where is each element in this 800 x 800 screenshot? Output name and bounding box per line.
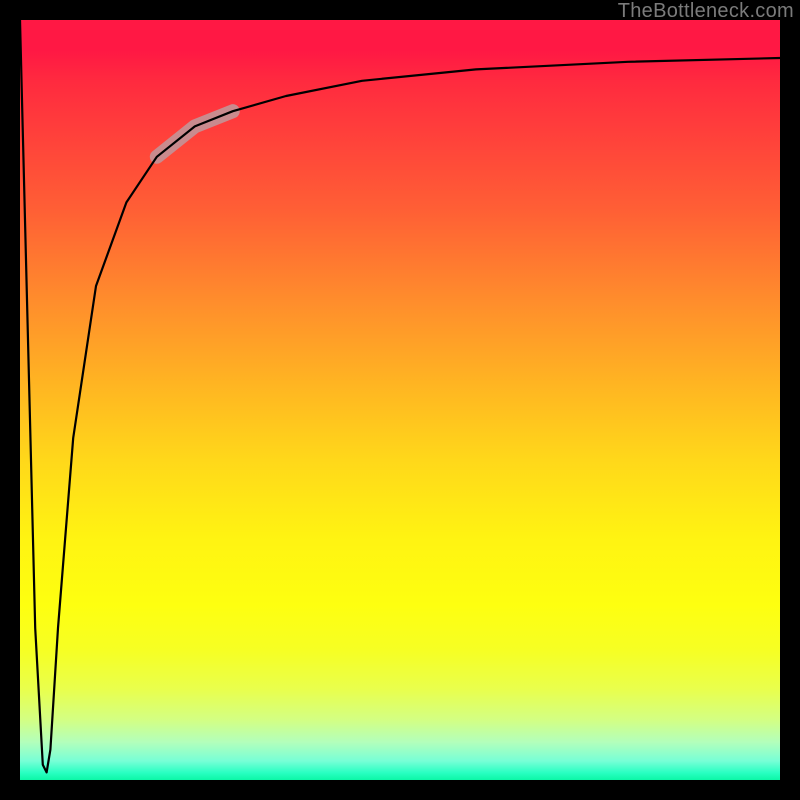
curve-layer xyxy=(20,20,780,780)
bottleneck-curve xyxy=(20,20,780,772)
chart-canvas: TheBottleneck.com xyxy=(0,0,800,800)
highlight-segment xyxy=(157,111,233,157)
plot-area xyxy=(20,20,780,780)
watermark-text: TheBottleneck.com xyxy=(618,0,794,23)
